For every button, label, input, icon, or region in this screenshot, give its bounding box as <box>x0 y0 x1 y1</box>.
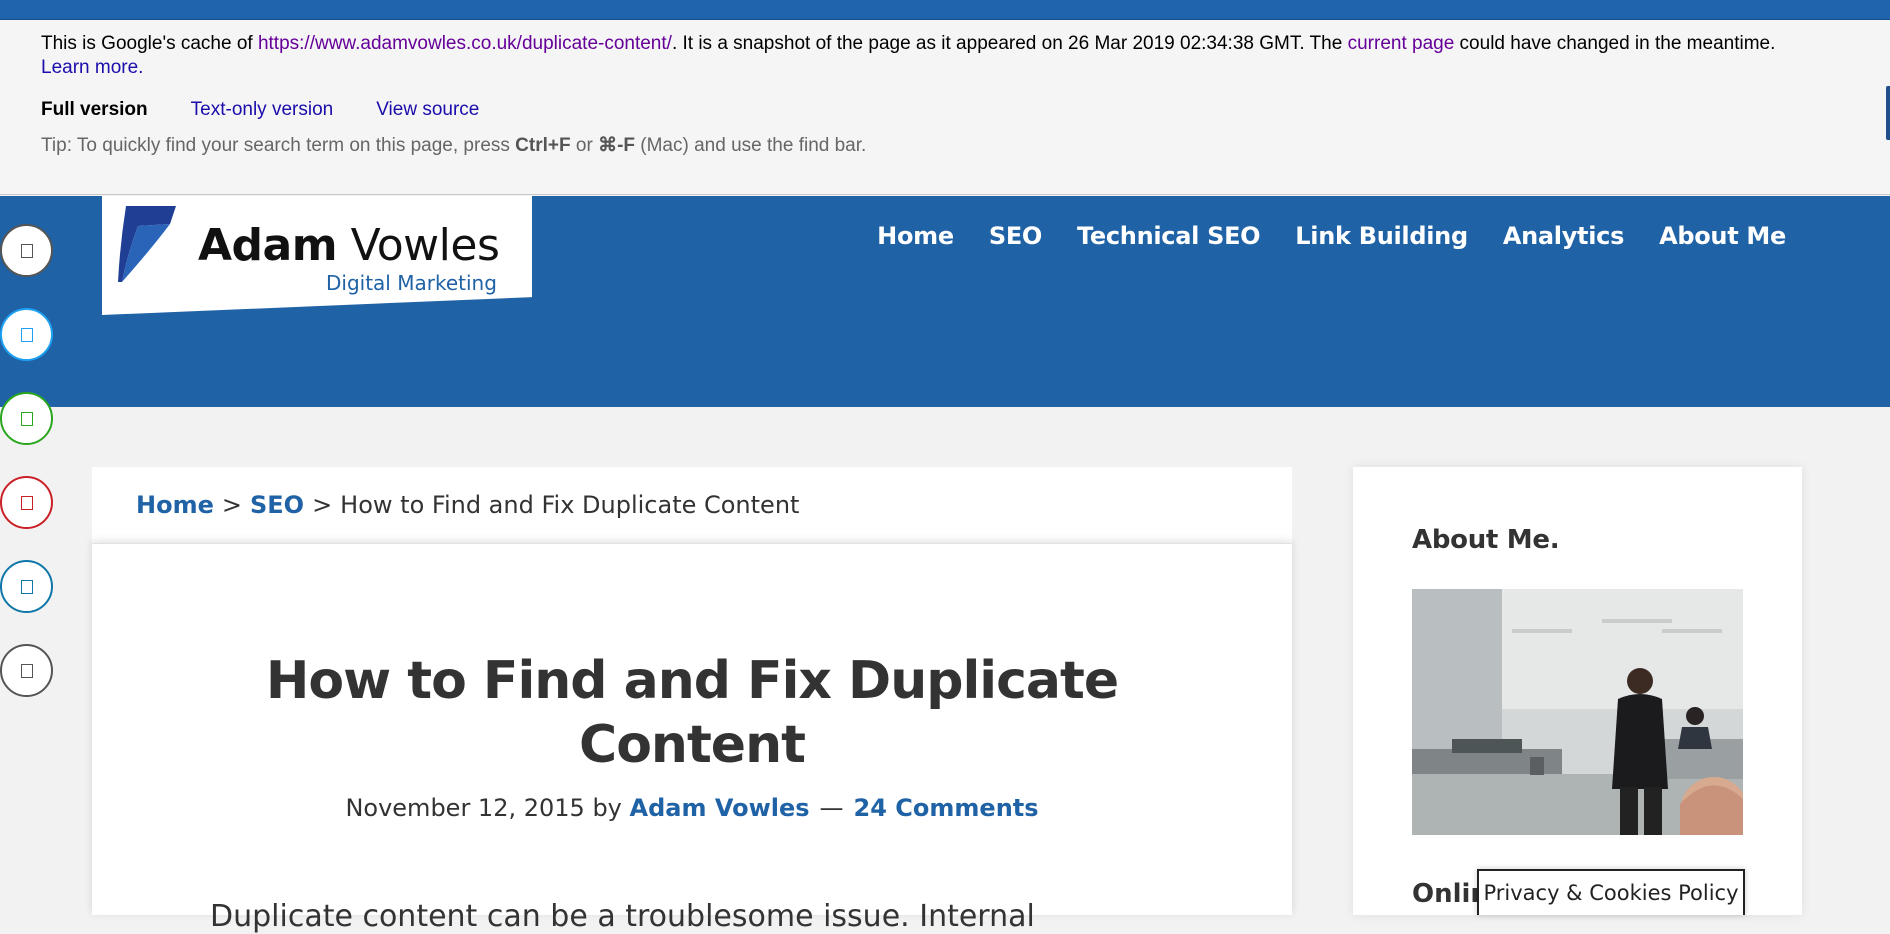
privacy-cookies-button[interactable]: Privacy & Cookies Policy <box>1477 869 1745 915</box>
cached-url-link[interactable]: https://www.adamvowles.co.uk/duplicate-c… <box>258 33 672 54</box>
breadcrumb-seo[interactable]: SEO <box>250 491 304 519</box>
email-share-button[interactable] <box>0 644 53 697</box>
nav-home[interactable]: Home <box>877 222 954 250</box>
tip-text: (Mac) and use the find bar. <box>635 135 867 156</box>
find-tip: Tip: To quickly find your search term on… <box>41 134 866 158</box>
site-header: Adam Vowles Digital Marketing Home SEO T… <box>0 196 1890 407</box>
pinterest-share-button[interactable] <box>0 476 53 529</box>
article: How to Find and Fix Duplicate Content No… <box>92 543 1292 934</box>
sidebar: About Me. Online <box>1353 467 1802 915</box>
speaker-photo-image <box>1412 589 1743 835</box>
cache-text: could have changed in the meantime. <box>1454 33 1776 54</box>
cache-notice: This is Google's cache of https://www.ad… <box>41 32 1781 80</box>
nav-analytics[interactable]: Analytics <box>1503 222 1625 250</box>
site-logo[interactable]: Adam Vowles Digital Marketing <box>102 196 532 315</box>
learn-more-link[interactable]: Learn more. <box>41 57 143 78</box>
full-version-label: Full version <box>41 99 148 120</box>
view-source-link[interactable]: View source <box>376 98 479 122</box>
article-title: How to Find and Fix Duplicate Content <box>172 649 1212 777</box>
email-icon <box>20 663 33 678</box>
share-button[interactable] <box>0 224 53 277</box>
logo-tagline: Digital Marketing <box>326 271 497 295</box>
cache-text: . It is a snapshot of the page as it app… <box>671 33 1348 54</box>
breadcrumb-separator: > <box>312 491 333 519</box>
logo-bold-text: Adam <box>198 220 338 271</box>
whatsapp-icon <box>20 411 33 426</box>
share-icon <box>20 243 33 258</box>
about-me-heading: About Me. <box>1412 525 1560 555</box>
text-only-version-link[interactable]: Text-only version <box>191 98 334 122</box>
twitter-share-button[interactable] <box>0 308 53 361</box>
breadcrumb: Home > SEO > How to Find and Fix Duplicate C… <box>92 467 1292 543</box>
current-page-link[interactable]: current page <box>1348 33 1455 54</box>
comments-link[interactable]: 24 Comments <box>854 794 1039 822</box>
breadcrumb-home[interactable]: Home <box>136 491 214 519</box>
linkedin-icon <box>20 579 33 594</box>
twitter-icon <box>20 327 33 342</box>
about-me-photo <box>1412 589 1743 835</box>
breadcrumb-current: How to Find and Fix Duplicate Content <box>340 491 800 519</box>
logo-regular-text: Vowles <box>337 220 500 271</box>
main-nav: Home SEO Technical SEO Link Building Ana… <box>877 222 1786 250</box>
tip-text: Tip: To quickly find your search term on… <box>41 135 516 156</box>
linkedin-share-button[interactable] <box>0 560 53 613</box>
nav-about-me[interactable]: About Me <box>1659 222 1786 250</box>
article-meta: November 12, 2015 by Adam Vowles — 24 Comm… <box>92 794 1292 822</box>
nav-link-building[interactable]: Link Building <box>1295 222 1468 250</box>
breadcrumb-separator: > <box>221 491 242 519</box>
edge-tab[interactable] <box>1886 86 1890 140</box>
meta-dash: — <box>819 794 844 822</box>
logo-wordmark: Adam Vowles <box>198 220 500 271</box>
meta-by: by <box>584 794 630 822</box>
whatsapp-share-button[interactable] <box>0 392 53 445</box>
pinterest-icon <box>20 495 33 510</box>
nav-seo[interactable]: SEO <box>989 222 1042 250</box>
tip-text: or <box>570 135 599 156</box>
article-lead: Duplicate content can be a troublesome i… <box>210 899 1035 934</box>
logo-mark-icon <box>118 206 176 282</box>
author-link[interactable]: Adam Vowles <box>630 794 810 822</box>
article-title-line: Content <box>579 715 806 775</box>
cache-banner: This is Google's cache of https://www.ad… <box>0 20 1890 195</box>
tip-shortcut: Ctrl+F <box>515 135 571 156</box>
cache-text: This is Google's cache of <box>41 33 258 54</box>
article-date: November 12, 2015 <box>345 794 585 822</box>
tip-shortcut: ⌘-F <box>598 135 635 156</box>
top-stripe <box>0 0 1890 20</box>
nav-technical-seo[interactable]: Technical SEO <box>1077 222 1261 250</box>
article-title-line: How to Find and Fix Duplicate <box>265 651 1119 711</box>
version-switcher: Full version Text-only version View sour… <box>41 98 479 122</box>
